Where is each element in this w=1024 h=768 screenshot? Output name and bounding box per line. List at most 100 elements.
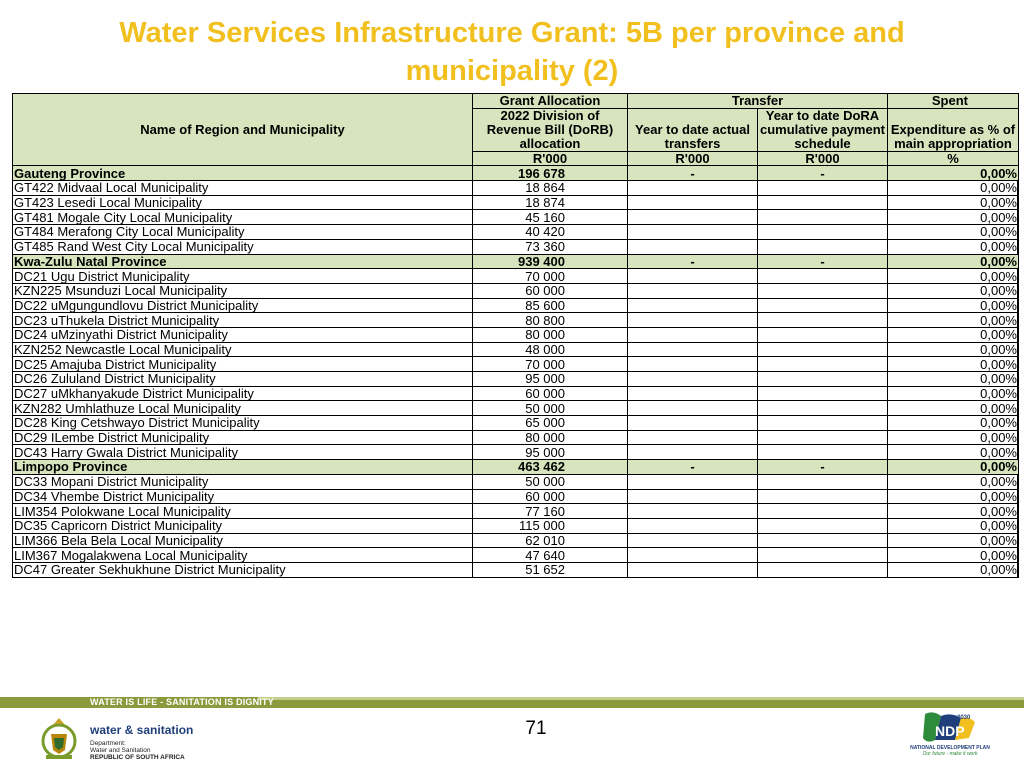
cell-dora-schedule bbox=[757, 415, 888, 431]
cell-name: KZN282 Umhlathuze Local Municipality bbox=[12, 400, 473, 417]
cell-expenditure-pct: 0,00% bbox=[887, 415, 1019, 431]
cell-actual-transfers bbox=[627, 400, 758, 417]
header-dorb: 2022 Division of Revenue Bill (DoRB) all… bbox=[472, 107, 628, 152]
cell-expenditure-pct: 0,00% bbox=[887, 473, 1019, 490]
table-row: GT481 Mogale City Local Municipality 45 1… bbox=[12, 209, 1019, 226]
cell-actual-transfers bbox=[627, 209, 758, 226]
cell-expenditure-pct: 0,00% bbox=[887, 371, 1019, 387]
cell-allocation: 85 600 bbox=[472, 297, 628, 314]
cell-dora-schedule bbox=[757, 209, 888, 226]
cell-actual-transfers bbox=[627, 297, 758, 314]
cell-actual-transfers bbox=[627, 194, 758, 211]
cell-dora-schedule: - bbox=[757, 253, 888, 270]
cell-dora-schedule bbox=[757, 194, 888, 211]
cell-actual-transfers bbox=[627, 488, 758, 505]
table-row: LIM366 Bela Bela Local Municipality 62 01… bbox=[12, 532, 1019, 549]
table-row: DC22 uMgungundlovu District Municipality… bbox=[12, 297, 1019, 314]
cell-name: DC43 Harry Gwala District Municipality bbox=[12, 444, 473, 461]
table-row: DC47 Greater Sekhukhune District Municip… bbox=[12, 561, 1019, 578]
unit-alloc: R'000 bbox=[472, 150, 628, 167]
cell-dora-schedule bbox=[757, 268, 888, 284]
cell-allocation: 65 000 bbox=[472, 415, 628, 431]
table-row: GT484 Merafong City Local Municipality 40… bbox=[12, 224, 1019, 240]
cell-expenditure-pct: 0,00% bbox=[887, 312, 1019, 328]
cell-dora-schedule bbox=[757, 400, 888, 417]
cell-name: DC29 ILembe District Municipality bbox=[12, 429, 473, 446]
province-row: Kwa-Zulu Natal Province 939 400- -0,00% bbox=[12, 253, 1019, 270]
cell-allocation: 18 864 bbox=[472, 180, 628, 196]
cell-dora-schedule bbox=[757, 517, 888, 534]
ndp-logo-icon: 2030 NDP bbox=[923, 712, 975, 742]
coat-of-arms-icon bbox=[41, 718, 77, 759]
department-title: water & sanitation bbox=[90, 723, 194, 737]
table-row: DC24 uMzinyathi District Municipality 80 … bbox=[12, 326, 1019, 343]
cell-dora-schedule bbox=[757, 561, 888, 578]
table-row: LIM367 Mogalakwena Local Municipality 47 … bbox=[12, 547, 1019, 563]
ndp-year: 2030 bbox=[957, 715, 971, 721]
cell-expenditure-pct: 0,00% bbox=[887, 253, 1019, 270]
cell-actual-transfers bbox=[627, 371, 758, 387]
cell-dora-schedule bbox=[757, 341, 888, 358]
cell-expenditure-pct: 0,00% bbox=[887, 459, 1019, 475]
cell-actual-transfers bbox=[627, 415, 758, 431]
cell-name: GT422 Midvaal Local Municipality bbox=[12, 180, 473, 196]
cell-expenditure-pct: 0,00% bbox=[887, 503, 1019, 519]
cell-dora-schedule bbox=[757, 297, 888, 314]
table-row: DC23 uThukela District Municipality 80 80… bbox=[12, 312, 1019, 328]
cell-name: LIM367 Mogalakwena Local Municipality bbox=[12, 547, 473, 563]
cell-actual-transfers bbox=[627, 473, 758, 490]
table-row: DC27 uMkhanyakude District Municipality 6… bbox=[12, 385, 1019, 402]
unit-actual: R'000 bbox=[627, 150, 758, 167]
table-row: DC26 Zululand District Municipality 95 00… bbox=[12, 371, 1019, 387]
cell-name: DC25 Amajuba District Municipality bbox=[12, 356, 473, 372]
cell-name: Gauteng Province bbox=[12, 165, 473, 182]
cell-allocation: 80 000 bbox=[472, 326, 628, 343]
cell-actual-transfers bbox=[627, 224, 758, 240]
cell-allocation: 60 000 bbox=[472, 282, 628, 299]
cell-name: DC33 Mopani District Municipality bbox=[12, 473, 473, 490]
cell-allocation: 50 000 bbox=[472, 400, 628, 417]
cell-expenditure-pct: 0,00% bbox=[887, 209, 1019, 226]
cell-allocation: 77 160 bbox=[472, 503, 628, 519]
cell-dora-schedule bbox=[757, 282, 888, 299]
cell-expenditure-pct: 0,00% bbox=[887, 297, 1019, 314]
cell-actual-transfers bbox=[627, 356, 758, 372]
cell-allocation: 62 010 bbox=[472, 532, 628, 549]
cell-allocation: 45 160 bbox=[472, 209, 628, 226]
cell-dora-schedule bbox=[757, 326, 888, 343]
cell-dora-schedule bbox=[757, 356, 888, 372]
cell-expenditure-pct: 0,00% bbox=[887, 385, 1019, 402]
header-grant-allocation: Grant Allocation bbox=[472, 93, 628, 109]
cell-name: DC35 Capricorn District Municipality bbox=[12, 517, 473, 534]
cell-actual-transfers: - bbox=[627, 165, 758, 182]
province-row: Gauteng Province 196 678- -0,00% bbox=[12, 165, 1019, 182]
table-header: Name of Region and Municipality Grant Al… bbox=[12, 92, 1019, 167]
cell-name: LIM354 Polokwane Local Municipality bbox=[12, 503, 473, 519]
cell-dora-schedule bbox=[757, 488, 888, 505]
province-row: Limpopo Province 463 462- -0,00% bbox=[12, 459, 1019, 475]
cell-dora-schedule bbox=[757, 224, 888, 240]
cell-name: DC34 Vhembe District Municipality bbox=[12, 488, 473, 505]
cell-actual-transfers bbox=[627, 238, 758, 255]
table-row: LIM354 Polokwane Local Municipality 77 16… bbox=[12, 503, 1019, 519]
cell-allocation: 80 800 bbox=[472, 312, 628, 328]
table-row: DC33 Mopani District Municipality 50 000 0… bbox=[12, 473, 1019, 490]
cell-actual-transfers bbox=[627, 341, 758, 358]
cell-expenditure-pct: 0,00% bbox=[887, 326, 1019, 343]
department-line-3: REPUBLIC OF SOUTH AFRICA bbox=[90, 754, 185, 761]
ndp-tagline: Our future - make it work bbox=[922, 751, 978, 757]
cell-allocation: 196 678 bbox=[472, 165, 628, 182]
cell-actual-transfers bbox=[627, 532, 758, 549]
cell-expenditure-pct: 0,00% bbox=[887, 532, 1019, 549]
table-row: DC34 Vhembe District Municipality 60 000 0… bbox=[12, 488, 1019, 505]
cell-actual-transfers: - bbox=[627, 253, 758, 270]
cell-name: Limpopo Province bbox=[12, 459, 473, 475]
cell-name: KZN252 Newcastle Local Municipality bbox=[12, 341, 473, 358]
cell-dora-schedule bbox=[757, 238, 888, 255]
cell-allocation: 50 000 bbox=[472, 473, 628, 490]
table-row: DC29 ILembe District Municipality 80 000 0… bbox=[12, 429, 1019, 446]
header-ytd-dora: Year to date DoRA cumulative payment sch… bbox=[757, 107, 888, 152]
cell-allocation: 70 000 bbox=[472, 356, 628, 372]
cell-expenditure-pct: 0,00% bbox=[887, 444, 1019, 461]
cell-actual-transfers bbox=[627, 503, 758, 519]
